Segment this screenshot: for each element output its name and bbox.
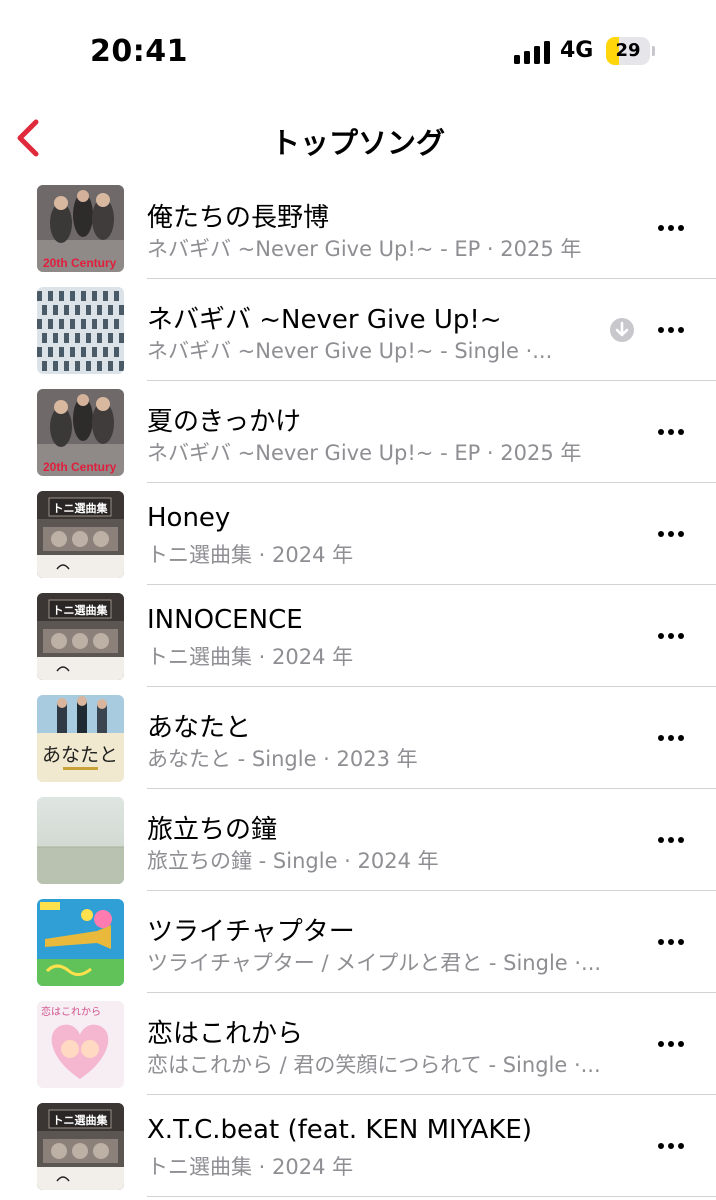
more-options-icon[interactable] [646, 621, 696, 651]
battery-percent: 29 [615, 40, 641, 61]
song-row-8[interactable]: ツライチャプター ツライチャプター / メイプルと君と - Single ·..… [0, 891, 716, 993]
song-subtitle: あなたと - Single · 2023 年 [147, 747, 418, 771]
album-artwork [37, 287, 124, 374]
album-artwork [37, 899, 124, 986]
downloaded-icon [609, 317, 635, 343]
song-subtitle: トニ選曲集 · 2024 年 [147, 1155, 354, 1179]
more-options-icon[interactable] [646, 723, 696, 753]
battery-icon: 29 [606, 37, 656, 67]
more-options-icon[interactable] [646, 315, 696, 345]
song-row-3[interactable]: 20th Century 夏のきっかけ ネバギバ ~Never Give Up!… [0, 381, 716, 483]
song-title: Honey [147, 503, 231, 533]
song-title: 俺たちの長野博 [147, 203, 330, 233]
song-row-7[interactable]: 旅立ちの鐘 旅立ちの鐘 - Single · 2024 年 [0, 789, 716, 891]
more-options-icon[interactable] [646, 927, 696, 957]
album-art-text: 20th Century [43, 256, 117, 270]
page-title: トップソング [270, 126, 445, 160]
song-row-2[interactable]: ネバギバ ~Never Give Up!~ ネバギバ ~Never Give U… [0, 279, 716, 381]
album-artwork: トニ選曲集 [37, 491, 124, 578]
song-subtitle: トニ選曲集 · 2024 年 [147, 543, 354, 567]
song-title: あなたと [147, 713, 252, 743]
cellular-signal-icon [514, 40, 552, 64]
more-options-icon[interactable] [646, 519, 696, 549]
song-row-1[interactable]: 20th Century 俺たちの長野博 ネバギバ ~Never Give Up… [0, 177, 716, 279]
album-art-text: トニ選曲集 [53, 603, 109, 617]
song-title: ツライチャプター [147, 917, 355, 947]
song-title: INNOCENCE [147, 605, 303, 635]
song-row-10[interactable]: トニ選曲集 X.T.C.beat (feat. KEN MIYAKE) トニ選曲… [0, 1095, 716, 1197]
song-subtitle: 恋はこれから / 君の笑顔につられて - Single ·... [147, 1053, 601, 1077]
album-artwork: 恋はこれから [37, 1001, 124, 1088]
song-title: 旅立ちの鐘 [147, 815, 278, 845]
more-options-icon[interactable] [646, 1029, 696, 1059]
song-subtitle: 旅立ちの鐘 - Single · 2024 年 [147, 849, 439, 873]
album-artwork: 20th Century [37, 389, 124, 476]
album-artwork [37, 797, 124, 884]
album-artwork: トニ選曲集 [37, 593, 124, 680]
song-subtitle: ネバギバ ~Never Give Up!~ - EP · 2025 年 [147, 441, 582, 465]
album-art-text: 恋はこれから [41, 1005, 101, 1018]
song-title: 夏のきっかけ [147, 407, 302, 437]
album-art-text: トニ選曲集 [53, 501, 109, 515]
album-art-text: あなたと [42, 744, 118, 766]
album-artwork: トニ選曲集 [37, 1103, 124, 1190]
more-options-icon[interactable] [646, 213, 696, 243]
more-options-icon[interactable] [646, 417, 696, 447]
song-row-5[interactable]: トニ選曲集 INNOCENCE トニ選曲集 · 2024 年 [0, 585, 716, 687]
song-title: ネバギバ ~Never Give Up!~ [147, 305, 502, 335]
song-subtitle: ツライチャプター / メイプルと君と - Single ·... [147, 951, 602, 975]
status-time: 20:41 [90, 34, 188, 69]
album-artwork: 20th Century [37, 185, 124, 272]
album-artwork: あなたと [37, 695, 124, 782]
album-art-text: 20th Century [43, 460, 117, 474]
network-type: 4G [560, 38, 594, 63]
more-options-icon[interactable] [646, 1131, 696, 1161]
song-subtitle: ネバギバ ~Never Give Up!~ - Single ·... [147, 339, 553, 363]
song-row-6[interactable]: あなたと あなたと あなたと - Single · 2023 年 [0, 687, 716, 789]
song-row-4[interactable]: トニ選曲集 Honey トニ選曲集 · 2024 年 [0, 483, 716, 585]
song-subtitle: トニ選曲集 · 2024 年 [147, 645, 354, 669]
song-row-9[interactable]: 恋はこれから 恋はこれから 恋はこれから / 君の笑顔につられて - Singl… [0, 993, 716, 1095]
more-options-icon[interactable] [646, 825, 696, 855]
song-list: 20th Century 俺たちの長野博 ネバギバ ~Never Give Up… [0, 177, 716, 1197]
status-bar: 20:41 4G 29 [0, 0, 716, 100]
song-title: X.T.C.beat (feat. KEN MIYAKE) [147, 1115, 532, 1145]
row-divider [147, 1196, 716, 1197]
song-title: 恋はこれから [147, 1019, 304, 1049]
navigation-bar: トップソング [0, 100, 716, 180]
album-art-text: トニ選曲集 [53, 1113, 109, 1127]
song-subtitle: ネバギバ ~Never Give Up!~ - EP · 2025 年 [147, 237, 582, 261]
